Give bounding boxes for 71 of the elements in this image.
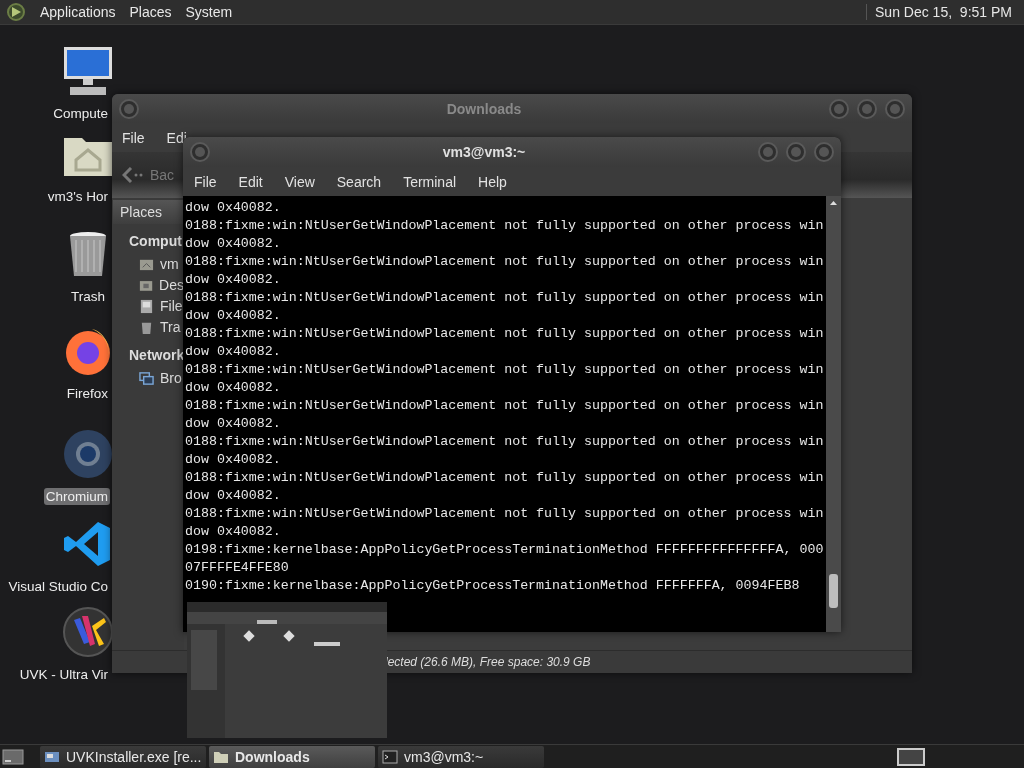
window-button[interactable] — [118, 97, 140, 120]
terminal-line: 0188:fixme:win:NtUserGetWindowPlacement not fully supported on other process win — [185, 397, 825, 415]
desktop-icon-label[interactable]: vm3's Hor — [45, 188, 110, 205]
terminal-line: 07FFFFE4FFE80 — [185, 559, 290, 577]
terminal-line: dow 0x40082. — [185, 343, 282, 361]
terminal-line: 0188:fixme:win:NtUserGetWindowPlacement not fully supported on other process win — [185, 433, 825, 451]
terminal-line: 0188:fixme:win:NtUserGetWindowPlacement not fully supported on other process win — [185, 253, 825, 271]
menu-item[interactable]: File — [122, 129, 145, 146]
window-button[interactable] — [884, 97, 906, 120]
terminal-line: 0188:fixme:win:NtUserGetWindowPlacement not fully supported on other process win — [185, 505, 825, 523]
menu-item[interactable]: Help — [467, 173, 518, 190]
terminal-line: 0190:fixme:kernelbase:AppPolicyGetProcessTerminationMethod FFFFFFFA, 0094FEB8 — [185, 577, 801, 595]
window-button[interactable] — [757, 141, 779, 163]
workspace-switcher[interactable] — [897, 747, 925, 766]
menu-item[interactable]: File — [183, 173, 228, 190]
panel-menu[interactable]: System — [185, 4, 233, 20]
chromium-icon — [62, 428, 114, 480]
window-button[interactable] — [856, 97, 878, 120]
taskbar-button[interactable]: vm3@vm3:~ — [378, 745, 544, 768]
window-button[interactable] — [189, 141, 211, 163]
desktop-icon-label[interactable]: UVK - Ultra Vir — [17, 666, 110, 683]
desktop-icon-label[interactable]: Compute — [51, 105, 110, 122]
terminal-line: 0188:fixme:win:NtUserGetWindowPlacement not fully supported on other process win — [185, 217, 825, 235]
terminal-line: dow 0x40082. — [185, 523, 282, 541]
taskbar-button[interactable]: UVKInstaller.exe [re... — [40, 745, 206, 768]
sidebar-item[interactable]: vm — [160, 256, 179, 272]
desktop-icon-label[interactable]: Firefox — [64, 385, 110, 402]
menu-item[interactable]: View — [273, 173, 326, 190]
terminal-line: 0198:fixme:kernelbase:AppPolicyGetProcessTerminationMethod FFFFFFFFFFFFFFFA, 000 — [185, 541, 825, 559]
taskbar-button[interactable]: Downloads — [209, 745, 375, 768]
show-desktop-icon[interactable] — [2, 746, 24, 767]
window-title: vm3@vm3:~ — [441, 144, 527, 160]
drive-icon — [139, 298, 154, 314]
scrollbar[interactable] — [826, 196, 841, 632]
sidebar-item[interactable]: File — [160, 298, 183, 314]
terminal-line: dow 0x40082. — [185, 235, 282, 253]
sidebar-item[interactable]: Bro — [160, 370, 182, 386]
desktop-icon-label[interactable]: Visual Studio Co — [6, 578, 110, 595]
window-title: Downloads — [445, 100, 523, 117]
back-arrow-icon — [122, 167, 144, 183]
network-icon — [139, 370, 154, 386]
computer-icon — [62, 45, 114, 97]
sidebar-heading: Comput — [128, 232, 183, 251]
terminal-line: dow 0x40082. — [185, 415, 282, 433]
desktop-icon-label[interactable]: Chromium — [43, 488, 110, 505]
terminal-icon — [382, 748, 398, 765]
terminal-line: 0188:fixme:win:NtUserGetWindowPlacement not fully supported on other process win — [185, 289, 825, 307]
terminal-line: dow 0x40082. — [185, 199, 282, 217]
menu-item[interactable]: Edit — [227, 173, 274, 190]
terminal-line: dow 0x40082. — [185, 307, 282, 325]
terminal-line: 0188:fixme:win:NtUserGetWindowPlacement not fully supported on other process win — [185, 325, 825, 343]
menu-item[interactable]: Terminal — [392, 173, 468, 190]
sidebar-item[interactable]: Tra — [160, 319, 181, 335]
window-button[interactable] — [785, 141, 807, 163]
distro-logo-icon[interactable] — [6, 2, 26, 22]
panel-menu[interactable]: Places — [129, 4, 172, 20]
sidebar-heading: Network — [128, 346, 184, 365]
terminal-line: dow 0x40082. — [185, 379, 282, 397]
terminal-line: 0188:fixme:win:NtUserGetWindowPlacement not fully supported on other process win — [185, 469, 825, 487]
sidebar-dropdown[interactable]: Places — [113, 200, 183, 224]
terminal-line: 0188:fixme:win:NtUserGetWindowPlacement not fully supported on other process win — [185, 361, 825, 379]
window-button[interactable] — [813, 141, 835, 163]
terminal-line: dow 0x40082. — [185, 271, 282, 289]
terminal-line: dow 0x40082. — [185, 451, 282, 469]
menu-item[interactable]: Search — [325, 173, 393, 190]
clock[interactable]: Sun Dec 15, 9:51 PM — [866, 4, 1012, 20]
desktop-icon-label[interactable]: Trash — [69, 288, 107, 305]
terminal-line: dow 0x40082. — [185, 487, 282, 505]
panel-menu[interactable]: Applications — [40, 4, 116, 20]
sidebar-item[interactable]: Des — [159, 277, 184, 293]
window-button[interactable] — [828, 97, 850, 120]
